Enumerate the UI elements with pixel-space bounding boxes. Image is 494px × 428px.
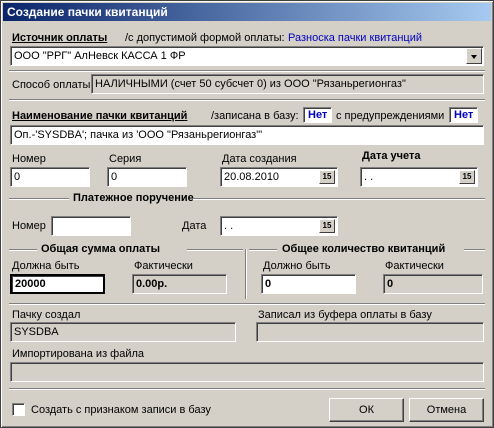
payment-method-label: Способ оплаты — [12, 79, 91, 91]
payment-order-title: Платежное поручение — [73, 192, 194, 204]
created-date-label: Дата создания — [222, 153, 297, 165]
created-by-field: SYSDBA — [10, 322, 236, 342]
imported-from-label: Импортирована из файла — [12, 348, 145, 360]
payment-order-date-label: Дата — [182, 220, 207, 232]
calendar-icon[interactable]: 15 — [319, 170, 335, 184]
created-date-value: 20.08.2010 — [224, 171, 280, 183]
count-actual-label: Фактически — [385, 260, 444, 272]
number-label: Номер — [12, 153, 46, 165]
sum-actual-field: 0.00р. — [132, 274, 227, 294]
created-by-label: Пачку создал — [12, 309, 81, 321]
series-label: Серия — [109, 153, 142, 165]
written-badge: Нет — [303, 107, 333, 123]
source-select[interactable]: ООО "РРГ" АлНевск КАССА 1 ФР — [10, 46, 484, 66]
divider — [9, 388, 485, 390]
ok-button[interactable]: ОК — [329, 398, 404, 422]
batch-name-input[interactable] — [10, 125, 484, 145]
accounting-date-label: Дата учета — [362, 150, 421, 162]
payment-order-number-input[interactable] — [51, 216, 131, 236]
count-actual-value: 0 — [387, 278, 394, 290]
divider — [187, 249, 243, 251]
source-label: Источник оплаты — [12, 32, 108, 44]
series-input[interactable] — [107, 167, 187, 187]
payment-order-number-label: Номер — [12, 220, 46, 232]
divider — [9, 303, 485, 305]
total-count-title: Общее количество квитанций — [282, 243, 446, 255]
total-sum-title: Общая сумма оплаты — [41, 243, 161, 255]
sum-expected-label: Должна быть — [12, 260, 80, 272]
dialog-window: Создание пачки квитанций Источник оплаты… — [0, 0, 494, 428]
calendar-icon[interactable]: 15 — [459, 170, 475, 184]
batch-name-label: Наименование пачки квитанций — [12, 110, 188, 122]
warnings-badge: Нет — [449, 107, 479, 123]
divider — [9, 70, 485, 72]
divider — [245, 249, 247, 299]
count-actual-field: 0 — [383, 274, 483, 294]
accounting-date-value: . . — [364, 171, 374, 183]
create-flag-label[interactable]: Создать с признаком записи в базу — [31, 404, 211, 417]
divider — [9, 198, 69, 200]
warnings-label: с предупреждениями — [336, 110, 445, 122]
divider — [9, 249, 37, 251]
written-label: /записана в базу: — [211, 110, 299, 122]
window-title: Создание пачки квитанций — [3, 3, 491, 21]
source-link[interactable]: Разноска пачки квитанций — [288, 32, 422, 45]
payment-method-value: НАЛИЧНЫМИ (счет 50 субсчет 0) из ООО "Ря… — [95, 78, 406, 90]
divider — [249, 249, 277, 251]
source-select-value: ООО "РРГ" АлНевск КАССА 1 ФР — [14, 50, 186, 62]
divider — [9, 99, 485, 101]
source-note: /с допустимой формой оплаты: — [125, 32, 285, 44]
count-expected-input[interactable] — [261, 274, 356, 294]
divider — [193, 198, 485, 200]
create-flag-checkbox[interactable] — [12, 403, 25, 416]
payment-order-date-value: . . — [224, 220, 234, 232]
sum-actual-label: Фактически — [134, 260, 193, 272]
cancel-button[interactable]: Отмена — [409, 398, 484, 422]
sum-actual-value: 0.00р. — [136, 278, 168, 290]
sum-expected-input[interactable] — [10, 274, 105, 294]
chevron-down-icon[interactable] — [466, 48, 482, 64]
created-by-value: SYSDBA — [14, 326, 59, 338]
divider — [464, 249, 485, 251]
payment-method-field: НАЛИЧНЫМИ (счет 50 субсчет 0) из ООО "Ря… — [91, 74, 484, 94]
imported-from-field — [10, 362, 484, 382]
buffer-record-field — [256, 322, 484, 342]
number-input[interactable] — [10, 167, 90, 187]
count-expected-label: Должно быть — [263, 260, 331, 272]
calendar-icon[interactable]: 15 — [319, 219, 335, 233]
buffer-record-label: Записал из буфера оплаты в базу — [258, 309, 432, 321]
